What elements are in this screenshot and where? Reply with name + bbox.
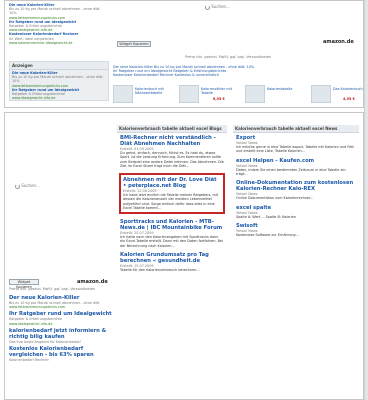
news-body: Kostenlose Software zur Ernährung... (236, 233, 299, 238)
blogs-column: Kalorienverbrauch tabelle aktuell excel … (117, 125, 227, 400)
post-body: Ich habe jetzt endlich die Tabelle meine… (123, 193, 219, 210)
product-thumb[interactable] (113, 85, 133, 103)
news-column: Kalorienverbrauch tabelle aktuell excel … (233, 125, 359, 400)
ad-title[interactable]: Kostenlos Kalorienbedarf vergleichen - b… (9, 346, 113, 358)
bottom-ads: Der neue Kalorien-Killer Bis zu 10 kg pr… (9, 295, 113, 362)
ad-body: Kalorienbedarf Rechner (9, 358, 49, 363)
product-thumb[interactable] (245, 85, 265, 103)
ad-url[interactable]: www.fettverbrennungstricks.com (9, 305, 113, 309)
loading-spinner-icon (15, 183, 20, 189)
ad-line: Bis zu 10 kg pro Monat schnell abnehmen … (9, 7, 101, 16)
post-title[interactable]: Kalorien Grundumsatz pro Tag berechnen «… (120, 252, 224, 264)
product-title[interactable]: Kalorienbuch mit Nährwerttabelle (135, 87, 175, 95)
left-loading-box: Suchen... (15, 183, 40, 189)
post-title[interactable]: Abnehmen mit der Dr. Love Diät • peterpl… (123, 177, 221, 189)
product-price: 8,95 € (213, 97, 225, 101)
post-title[interactable]: Sporttracks und Kalorien - MTB-News.de |… (120, 219, 224, 231)
post-title[interactable]: BMI-Rechner nicht verständlich - Diät Ab… (120, 135, 224, 147)
loading-text: Suchen... (21, 183, 40, 188)
price-note: Preise inkl. gesetzl. MwSt. ggf. zzgl. V… (185, 55, 272, 59)
widget-copy-button[interactable]: Widget Kopieren (117, 41, 151, 47)
loading-text: Suchen... (211, 4, 230, 9)
product-price: 4,95 € (343, 97, 355, 101)
ad-title[interactable]: kalorienbedarf jetzt informiern & richti… (9, 328, 113, 340)
banner-line[interactable]: Kostenloser Kalorienbedarf Rechner Koste… (113, 73, 363, 77)
ad-url[interactable]: www.kalorienrechner-idealgewicht.de (9, 41, 109, 45)
highlighted-post: Abnehmen mit der Dr. Love Diät • peterpl… (119, 173, 225, 215)
ads-panel: Anzeigen Die neue Kalorien-Killer Bis zu… (9, 61, 109, 101)
news-body: Ich möchte gerne in eine Tabelle export.… (236, 145, 354, 154)
product-thumb[interactable] (179, 85, 199, 103)
ad-url[interactable]: www.idealgewicht-info.de (9, 322, 113, 326)
ad-line: Bis zu 10 kg pro Monat schnell abnehmen … (12, 75, 104, 84)
post-body: Ich hatte nach den Kalorienangaben mit S… (120, 235, 224, 248)
banner-ads: Die neue Kalorien-Killer Bis zu 10 kg pr… (113, 65, 363, 78)
post-body: Tabelle für den Kalorienverbrauch berech… (120, 268, 200, 273)
bottom-page-frame: Kalorienverbrauch tabelle aktuell excel … (4, 112, 364, 400)
top-ad-list: Die neue Kalorien-Killer Bis zu 10 kg pr… (9, 3, 109, 45)
ad-body: Das Ihre beste Angebot für Kalorienbedar… (9, 339, 81, 344)
price-note: Preise inkl. gesetzl. MwSt. ggf. zzgl. V… (9, 287, 96, 291)
blogs-header: Kalorienverbrauch tabelle aktuell excel … (117, 125, 227, 133)
scrollbar[interactable] (364, 0, 368, 400)
top-page-frame: Die neue Kalorien-Killer Bis zu 10 kg pr… (4, 0, 364, 108)
news-body: Daten, indem Sie einen bestimmten Zeitra… (236, 167, 346, 177)
amazon-logo[interactable]: amazon.de (323, 39, 354, 45)
product-thumb[interactable] (311, 85, 331, 103)
widget-copy-button[interactable]: Widget Kopieren (9, 279, 39, 289)
product-title[interactable]: Kalorientabelle (267, 87, 307, 91)
ad-url[interactable]: www.idealgewicht-info.de (12, 96, 106, 100)
post-body: Du gehst, einfach, dennoch, fühlst es. E… (120, 151, 224, 168)
loading-spinner-icon (205, 4, 210, 10)
news-body: Online Dokumentation zum Kalorienrechner… (236, 196, 314, 201)
amazon-logo[interactable]: amazon.de (77, 279, 108, 285)
news-body: Spalte A: Wert ... Spalte B: Kalorien (236, 214, 296, 219)
ads-heading: Anzeigen (10, 62, 108, 70)
top-loading-box: Suchen... (205, 4, 245, 16)
news-header: Kalorienverbrauch tabelle aktuell excel … (233, 125, 359, 133)
product-strip: Kalorienbuch mit Nährwerttabelle Kalorie… (113, 85, 363, 105)
product-title[interactable]: Kalorienzähler mit Tabelle (201, 87, 241, 95)
news-title[interactable]: Online-Dokumentation zum kostenlosen Kal… (236, 180, 356, 192)
product-title[interactable]: Das Kalorienbuch (333, 87, 363, 91)
